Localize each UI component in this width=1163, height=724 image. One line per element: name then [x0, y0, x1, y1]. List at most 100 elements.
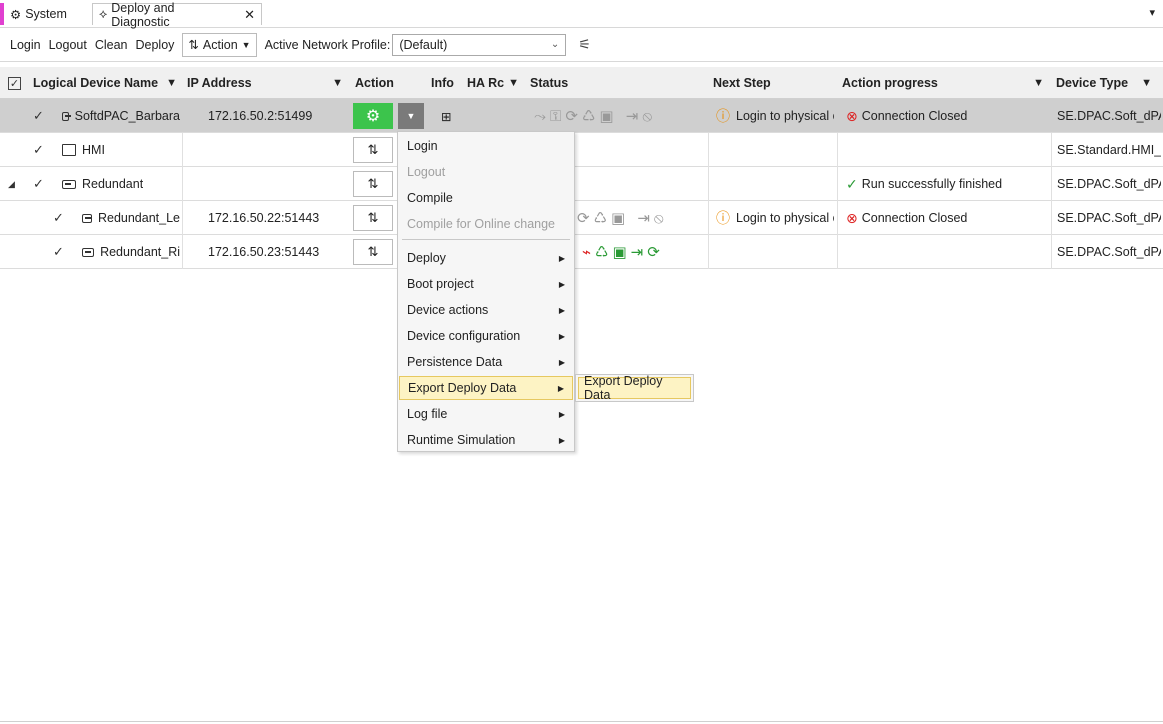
deploy-button[interactable]: Deploy — [136, 38, 175, 52]
table-row[interactable]: ✓ HMI ⇅ SE.Standard.HMI_N — [0, 133, 1163, 167]
logout-button[interactable]: Logout — [49, 38, 87, 52]
menu-item-label: Compile for Online change — [407, 217, 555, 231]
menu-item-label: Persistence Data — [407, 355, 503, 369]
filter-icon[interactable]: ▼ — [166, 77, 177, 89]
info-expand-icon[interactable]: ⊞ — [441, 99, 451, 133]
menu-item-compile[interactable]: Compile — [399, 186, 573, 210]
updown-arrows-icon: ⇅ — [367, 142, 379, 157]
action-dropdown[interactable]: ⇅ Action ▼ — [182, 32, 257, 57]
menu-item-device-configuration[interactable]: Device configuration ▶ — [399, 324, 573, 348]
status-icons: ⤳⚿⟳♺▣ ⇥⦸ — [534, 108, 657, 125]
tab-deploy-diagnostic[interactable]: ⟡ Deploy and Diagnostic ✕ — [92, 1, 262, 29]
table-row[interactable]: ◢ ✓ Redundant ⇅ ✓ Run successfully finis… — [0, 167, 1163, 201]
filter-icon[interactable]: ▼ — [508, 77, 519, 89]
profile-value: (Default) — [399, 37, 448, 52]
filter-icon[interactable]: ▼ — [332, 77, 343, 89]
row-checkbox[interactable]: ✓ — [52, 201, 65, 235]
menu-item-deploy[interactable]: Deploy ▶ — [399, 246, 573, 270]
controller-icon — [82, 247, 95, 257]
next-step-text: Login to physical c — [736, 109, 834, 123]
submenu-arrow-icon: ▶ — [558, 279, 565, 289]
col-action[interactable]: Action — [349, 67, 425, 99]
col-info-label: Info — [431, 76, 454, 90]
controller-icon — [62, 111, 71, 121]
ip-cell: 172.16.50.2:51499 — [208, 109, 313, 123]
tab-overflow-icon[interactable]: ▾ — [1149, 6, 1155, 19]
device-name: HMI — [82, 143, 105, 157]
col-progress[interactable]: Action progress ▼ — [836, 67, 1050, 99]
menu-item-label: Logout — [407, 165, 446, 179]
action-cell: ⇅ — [353, 133, 393, 167]
clean-button[interactable]: Clean — [95, 38, 128, 52]
updown-arrows-icon: ⇅ — [188, 38, 199, 52]
header-select-all[interactable]: ✓ — [2, 67, 28, 99]
context-menu: Login Logout Compile Compile for Online … — [397, 131, 575, 452]
submenu-item-label: Export Deploy Data — [584, 374, 663, 402]
menu-item-runtime-simulation[interactable]: Runtime Simulation ▶ — [399, 428, 573, 452]
menu-item-label: Log file — [407, 407, 448, 421]
col-ip[interactable]: IP Address ▼ — [181, 67, 349, 99]
action-button[interactable]: ⇅ — [353, 171, 393, 197]
table-row[interactable]: ✓ Redundant_Ri 172.16.50.23:51443 ⇅ ⌁ ♺▣⇥… — [0, 235, 1163, 269]
expand-collapse-icon[interactable]: ◢ — [8, 167, 23, 201]
device-name: Redundant — [82, 177, 144, 191]
filter-icon[interactable]: ▼ — [1141, 77, 1152, 89]
close-tab-icon[interactable]: ✕ — [244, 7, 255, 23]
menu-item-logout[interactable]: Logout — [399, 160, 573, 184]
clear-filter-icon[interactable]: ⚟ — [578, 36, 591, 53]
device-name-cell: SoftdPAC_Barbara — [62, 99, 180, 133]
col-next-step[interactable]: Next Step — [707, 67, 837, 99]
menu-item-export-deploy-data[interactable]: Export Deploy Data ▶ — [399, 376, 573, 400]
menu-item-compile-online-change[interactable]: Compile for Online change — [399, 212, 573, 236]
menu-item-boot-project[interactable]: Boot project ▶ — [399, 272, 573, 296]
menu-item-device-actions[interactable]: Device actions ▶ — [399, 298, 573, 322]
hmi-icon — [62, 144, 76, 156]
action-button[interactable]: ⇅ — [353, 205, 393, 231]
tab-system[interactable]: ⚙ System — [0, 3, 88, 25]
progress-text: Connection Closed — [861, 211, 968, 225]
row-checkbox[interactable]: ✓ — [52, 235, 65, 269]
submenu-arrow-icon: ▶ — [557, 383, 564, 393]
row-checkbox[interactable]: ✓ — [32, 167, 45, 201]
action-cell: ⚙ — [353, 99, 393, 133]
action-button[interactable]: ⚙ — [353, 103, 393, 129]
submenu-item-export-deploy-data[interactable]: Export Deploy Data — [578, 374, 691, 402]
menu-item-label: Deploy — [407, 251, 446, 265]
select-all-checkbox[interactable]: ✓ — [8, 76, 21, 90]
action-button[interactable]: ⇅ — [353, 137, 393, 163]
col-status[interactable]: Status — [524, 67, 708, 99]
action-button[interactable]: ⇅ — [353, 239, 393, 265]
col-info[interactable]: Info — [425, 67, 461, 99]
network-profile-select[interactable]: (Default) ⌄ — [392, 33, 567, 56]
error-icon: ⊗ — [846, 209, 858, 226]
col-name[interactable]: Logical Device Name ▼ — [27, 67, 183, 99]
col-device-type[interactable]: Device Type ▼ — [1050, 67, 1158, 99]
device-type-cell: SE.DPAC.Soft_dPAC — [1057, 109, 1161, 123]
login-button[interactable]: Login — [10, 38, 41, 52]
menu-item-log-file[interactable]: Log file ▶ — [399, 402, 573, 426]
device-name: SoftdPAC_Barbara — [74, 109, 180, 123]
action-cell: ⇅ — [353, 167, 393, 201]
menu-item-label: Boot project — [407, 277, 474, 291]
menu-item-label: Export Deploy Data — [408, 381, 517, 395]
table-row[interactable]: ✓ Redundant_Le 172.16.50.22:51443 ⇅ ⟳♺▣ … — [0, 201, 1163, 235]
menu-separator — [402, 239, 570, 240]
filter-icon[interactable]: ▼ — [1033, 77, 1044, 89]
menu-item-login[interactable]: Login — [399, 134, 573, 158]
next-step-cell: ⓘ Login to physical c — [716, 201, 834, 235]
col-ha[interactable]: HA Rc ▼ — [461, 67, 525, 99]
table-row[interactable]: ✓ SoftdPAC_Barbara 172.16.50.2:51499 ⚙ ▼… — [0, 99, 1163, 133]
row-checkbox[interactable]: ✓ — [32, 99, 45, 133]
col-name-label: Logical Device Name — [33, 76, 159, 90]
row-checkbox[interactable]: ✓ — [32, 133, 45, 167]
col-ip-label: IP Address — [187, 76, 252, 90]
action-dropdown-label: Action — [202, 37, 238, 52]
progress-text: Run successfully finished — [861, 177, 1003, 191]
action-menu-button[interactable]: ▼ — [398, 103, 424, 129]
device-name: Redundant_Ri — [100, 245, 180, 259]
updown-arrows-icon: ⇅ — [367, 210, 379, 225]
progress-cell: ⊗ Connection Closed — [846, 201, 967, 235]
tab-bar: ⚙ System ⟡ Deploy and Diagnostic ✕ ▾ — [0, 0, 1163, 29]
profile-label: Active Network Profile: — [264, 37, 391, 52]
menu-item-persistence-data[interactable]: Persistence Data ▶ — [399, 350, 573, 374]
